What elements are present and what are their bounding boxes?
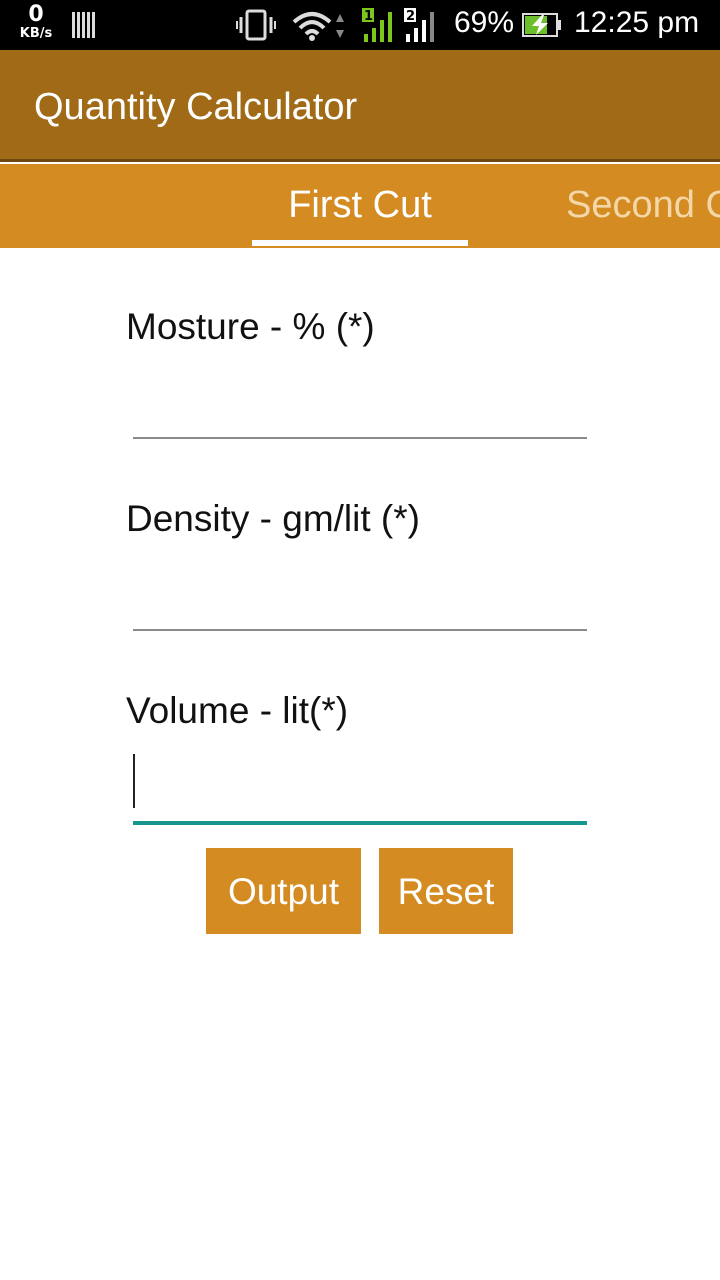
vibrate-icon xyxy=(236,9,276,41)
output-button[interactable]: Output xyxy=(206,848,361,934)
battery-percent: 69% xyxy=(454,6,515,39)
network-speed-value: 0 xyxy=(28,2,44,27)
reset-button[interactable]: Reset xyxy=(379,848,513,934)
sim1-number: 1 xyxy=(364,9,373,24)
tab-indicator xyxy=(252,240,468,246)
clock: 12:25 pm xyxy=(574,6,700,39)
moisture-label: Mosture - % (*) xyxy=(126,306,375,347)
barcode-icon xyxy=(72,12,96,38)
network-speed-unit: KB/s xyxy=(19,26,53,41)
density-input-underline xyxy=(133,629,587,631)
density-input[interactable] xyxy=(133,562,587,632)
volume-input-underline xyxy=(133,821,587,825)
tab-bar: First Cut Second C xyxy=(0,164,720,248)
sim2-number: 2 xyxy=(406,9,415,24)
tab-first-cut[interactable]: First Cut xyxy=(252,184,468,227)
signal-icon: 2 xyxy=(404,8,434,42)
moisture-input[interactable] xyxy=(133,370,587,440)
network-speed: 0 KB/s xyxy=(16,2,56,41)
volume-input[interactable] xyxy=(133,750,587,820)
battery-charging-icon xyxy=(522,13,561,37)
app-title: Quantity Calculator xyxy=(34,86,358,128)
density-label: Density - gm/lit (*) xyxy=(126,498,420,539)
status-bar: 0 KB/s 1 2 69% 12:25 pm xyxy=(0,0,720,50)
wifi-icon xyxy=(292,12,344,41)
signal-icon: 1 xyxy=(362,8,392,42)
app-bar-shadow xyxy=(0,159,720,162)
tab-second-cut[interactable]: Second C xyxy=(566,184,720,227)
moisture-input-underline xyxy=(133,437,587,439)
text-cursor xyxy=(133,754,135,808)
app-bar: Quantity Calculator xyxy=(0,50,720,162)
volume-label: Volume - lit(*) xyxy=(126,690,349,731)
